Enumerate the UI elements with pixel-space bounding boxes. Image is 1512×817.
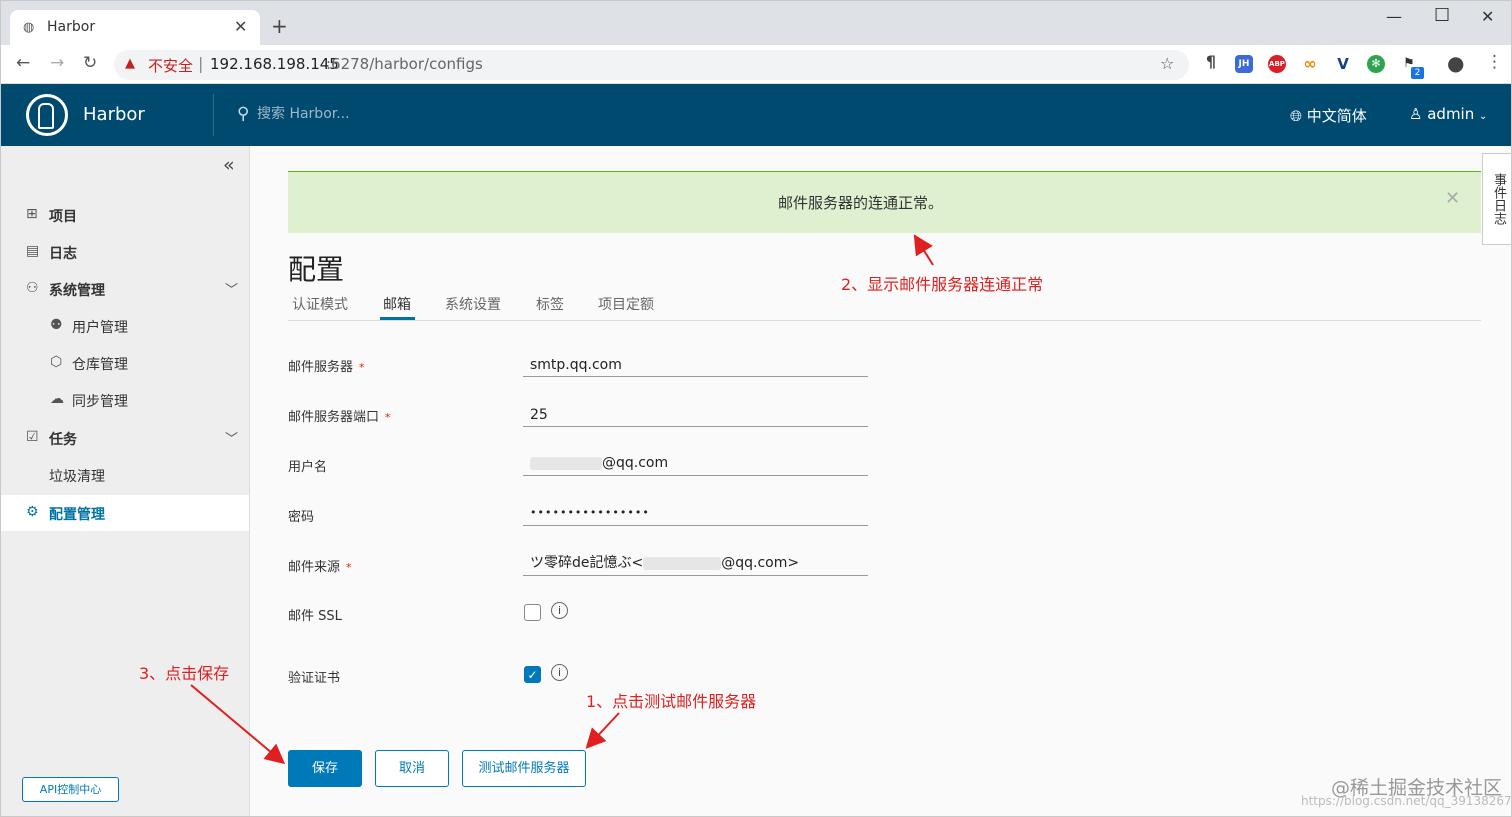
- arrow-to-test-button: [585, 712, 620, 749]
- arrow-to-alert: [913, 234, 934, 266]
- watermark-url: https://blog.csdn.net/qq_39138267: [1301, 794, 1512, 808]
- annotation-arrows: [190, 234, 934, 765]
- browser-window: ◍ Harbor ✕ + — ☐ ✕ ← → ↻ ▲ 不安全 | 192.168…: [0, 0, 1512, 817]
- arrow-to-save-button: [190, 684, 286, 765]
